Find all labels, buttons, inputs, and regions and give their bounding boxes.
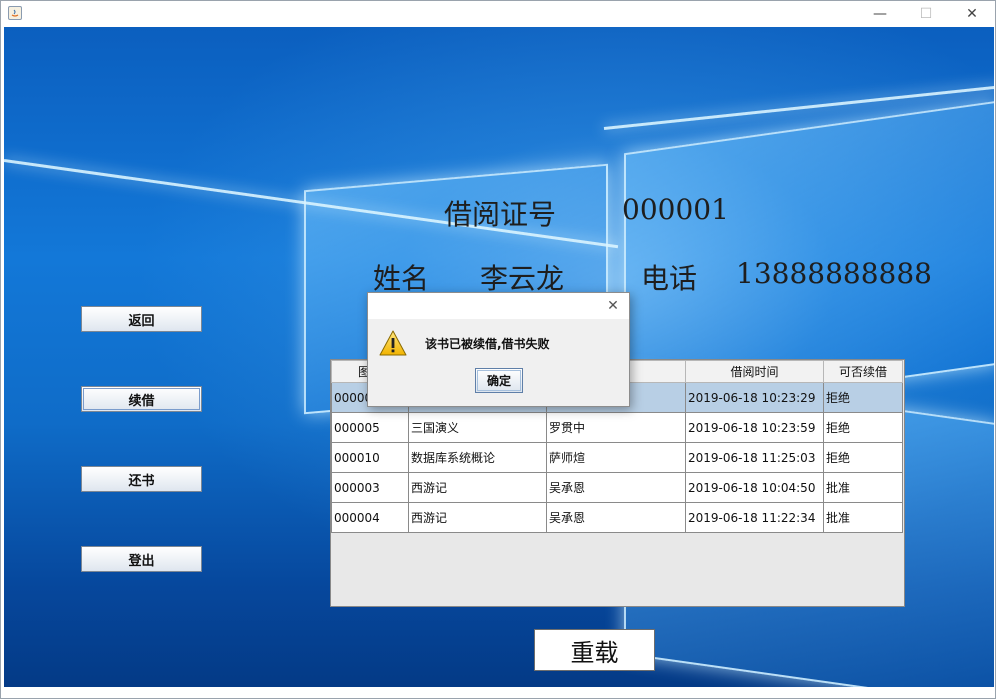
dialog-message: 该书已被续借,借书失败 bbox=[425, 337, 550, 351]
maximize-icon[interactable]: ☐ bbox=[903, 1, 949, 27]
app-window: — ☐ ✕ 借阅证号 000001 姓名 李云龙 电话 13888888888 … bbox=[0, 0, 996, 699]
table-cell[interactable]: 批准 bbox=[823, 502, 903, 533]
table-cell[interactable]: 2019-06-18 10:23:59 bbox=[685, 412, 824, 443]
dialog-title-bar: ✕ bbox=[368, 293, 629, 319]
column-header[interactable]: 借阅时间 bbox=[685, 360, 824, 383]
table-cell[interactable]: 批准 bbox=[823, 472, 903, 503]
table-cell[interactable]: 萨师煊 bbox=[546, 442, 686, 473]
column-header[interactable]: 可否续借 bbox=[823, 360, 903, 383]
card-number-label: 借阅证号 bbox=[444, 198, 557, 231]
logout-button[interactable]: 登出 bbox=[81, 546, 202, 572]
table-cell[interactable]: 2019-06-18 10:23:29 bbox=[685, 382, 824, 413]
table-cell[interactable]: 吴承恩 bbox=[546, 472, 686, 503]
reload-button[interactable]: 重载 bbox=[534, 629, 655, 671]
title-bar: — ☐ ✕ bbox=[1, 1, 995, 27]
back-button[interactable]: 返回 bbox=[81, 306, 202, 332]
table-cell[interactable]: 2019-06-18 11:22:34 bbox=[685, 502, 824, 533]
return-book-button[interactable]: 还书 bbox=[81, 466, 202, 492]
table-cell[interactable]: 000010 bbox=[331, 442, 409, 473]
table-cell[interactable]: 拒绝 bbox=[823, 382, 903, 413]
phone-label: 电话 bbox=[641, 262, 698, 295]
name-value: 李云龙 bbox=[480, 262, 565, 295]
table-cell[interactable]: 拒绝 bbox=[823, 442, 903, 473]
warning-icon bbox=[379, 330, 407, 356]
dialog-ok-button[interactable]: 确定 bbox=[475, 368, 523, 393]
table-cell[interactable]: 拒绝 bbox=[823, 412, 903, 443]
table-cell[interactable]: 数据库系统概论 bbox=[408, 442, 547, 473]
dialog-close-icon[interactable]: ✕ bbox=[603, 296, 623, 316]
renew-button[interactable]: 续借 bbox=[81, 386, 202, 412]
table-cell[interactable]: 000004 bbox=[331, 502, 409, 533]
name-label: 姓名 bbox=[373, 262, 430, 295]
table-cell[interactable]: 西游记 bbox=[408, 472, 547, 503]
table-cell[interactable]: 000003 bbox=[331, 472, 409, 503]
table-cell[interactable]: 吴承恩 bbox=[546, 502, 686, 533]
table-row[interactable]: 000010 数据库系统概论 萨师煊 2019-06-18 11:25:03 拒… bbox=[331, 442, 903, 473]
minimize-icon[interactable]: — bbox=[857, 1, 903, 27]
table-cell[interactable]: 2019-06-18 10:04:50 bbox=[685, 472, 824, 503]
table-cell[interactable]: 2019-06-18 11:25:03 bbox=[685, 442, 824, 473]
table-cell[interactable]: 000005 bbox=[331, 412, 409, 443]
message-dialog: ✕ 该书已被续借,借书失败 确定 bbox=[367, 292, 630, 407]
close-icon[interactable]: ✕ bbox=[949, 1, 995, 27]
java-app-icon bbox=[8, 6, 22, 20]
table-row[interactable]: 000003 西游记 吴承恩 2019-06-18 10:04:50 批准 bbox=[331, 472, 903, 503]
table-cell[interactable]: 三国演义 bbox=[408, 412, 547, 443]
table-row[interactable]: 000005 三国演义 罗贯中 2019-06-18 10:23:59 拒绝 bbox=[331, 412, 903, 443]
table-cell[interactable]: 罗贯中 bbox=[546, 412, 686, 443]
phone-value: 13888888888 bbox=[736, 257, 932, 290]
table-row[interactable]: 000004 西游记 吴承恩 2019-06-18 11:22:34 批准 bbox=[331, 502, 903, 533]
table-cell[interactable]: 西游记 bbox=[408, 502, 547, 533]
card-number-value: 000001 bbox=[622, 193, 729, 226]
